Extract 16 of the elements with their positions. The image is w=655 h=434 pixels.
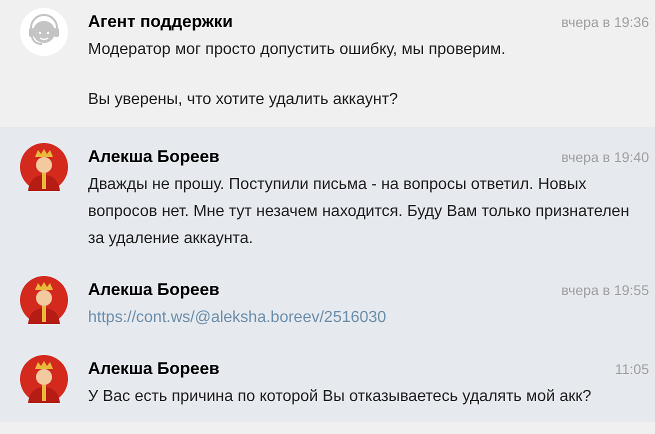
user-avatar: [20, 143, 68, 191]
support-avatar: [20, 8, 68, 56]
author-name[interactable]: Алекша Бореев: [88, 276, 220, 304]
message-text: Модератор мог просто допустить ошибку, мы проверим.: [88, 40, 507, 60]
message-text: У Вас есть причина по которой Вы отказываетесь удалять мой акк?: [88, 387, 592, 407]
author-name[interactable]: Алекша Бореев: [88, 143, 220, 171]
message-time: вчера в 19:36: [561, 13, 649, 32]
user-avatar: [20, 355, 68, 403]
user-avatar: [20, 276, 68, 324]
message-time: 11:05: [615, 360, 649, 379]
message-time: вчера в 19:40: [561, 148, 649, 167]
author-name[interactable]: Агент поддержки: [88, 8, 233, 36]
message-text: Дважды не прошу. Поступили письма - на вопросы ответил. Новых вопросов нет. Мне тут незачем находится. Буду Вам только признателен за удаление аккаунта.: [88, 175, 630, 249]
author-name[interactable]: Алекша Бореев: [88, 355, 220, 383]
message-text: Вы уверены, что хотите удалить аккаунт?: [88, 90, 399, 110]
message-time: вчера в 19:55: [561, 281, 649, 300]
